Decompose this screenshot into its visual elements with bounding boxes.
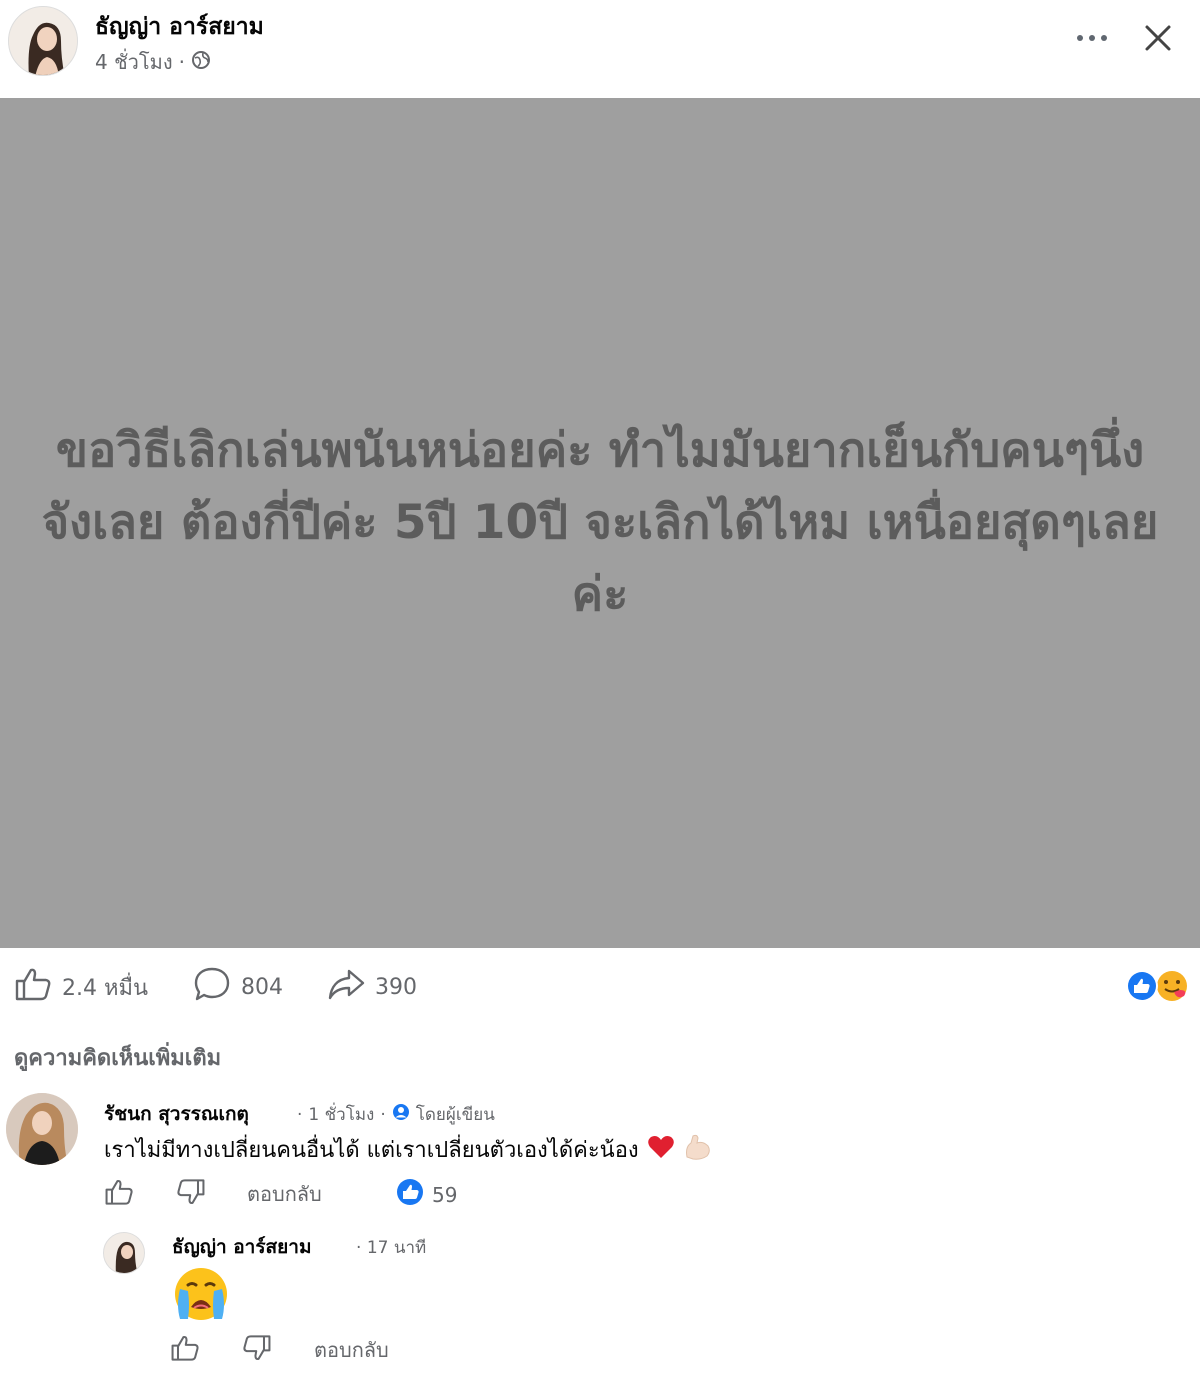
- close-icon[interactable]: [1138, 18, 1178, 58]
- post-text-background[interactable]: ขอวิธีเลิกเล่นพนันหน่อยค่ะ ทำไมมันยากเย็…: [0, 98, 1200, 948]
- post-time[interactable]: 4 ชั่วโมง: [95, 46, 173, 78]
- author-badge-label: โดยผู้เขียน: [415, 1105, 495, 1125]
- comment-like-button[interactable]: [104, 1178, 134, 1206]
- commenter-avatar[interactable]: [6, 1093, 78, 1165]
- reply-author-avatar[interactable]: [103, 1232, 145, 1274]
- reply-author-name[interactable]: ธัญญ่า อาร์สยาม: [172, 1232, 311, 1262]
- meta-separator: ·: [380, 1104, 386, 1125]
- reply-time[interactable]: 17 นาที: [367, 1238, 426, 1258]
- comment-meta: · 1 ชั่วโมง · โดยผู้เขียน: [297, 1101, 495, 1128]
- globe-icon: [191, 50, 211, 75]
- comment-like-count: 59: [432, 1182, 458, 1207]
- meta-separator: ·: [297, 1104, 303, 1125]
- share-button[interactable]: 390: [327, 966, 417, 1008]
- author-avatar[interactable]: [8, 6, 78, 76]
- comment-body: เราไม่มีทางเปลี่ยนคนอื่นได้ แต่เราเปลี่ย…: [104, 1138, 639, 1163]
- share-icon: [327, 966, 365, 1008]
- like-count: 2.4 หมื่น: [62, 975, 149, 1001]
- care-reaction-icon: [1157, 971, 1187, 1001]
- post-text: ขอวิธีเลิกเล่นพนันหน่อยค่ะ ทำไมมันยากเย็…: [41, 423, 1159, 622]
- author-name[interactable]: ธัญญ่า อาร์สยาม: [95, 9, 264, 45]
- action-bar: 2.4 หมื่น 804 390: [0, 950, 1200, 1022]
- reactions-summary[interactable]: [1122, 968, 1194, 1004]
- like-icon: [14, 966, 52, 1008]
- comment-text: เราไม่มีทางเปลี่ยนคนอื่นได้ แต่เราเปลี่ย…: [104, 1132, 713, 1167]
- share-count: 390: [375, 974, 417, 1000]
- reply-meta: · 17 นาที: [356, 1234, 426, 1261]
- reply-dislike-button[interactable]: [242, 1334, 272, 1362]
- like-reaction-icon: [396, 1178, 424, 1211]
- author-badge-icon: [392, 1103, 410, 1126]
- post-header: ธัญญ่า อาร์สยาม 4 ชั่วโมง ·: [0, 0, 1200, 98]
- view-more-comments-link[interactable]: ดูความคิดเห็นเพิ่มเติม: [14, 1040, 221, 1075]
- comment-reaction-count[interactable]: 59: [396, 1178, 457, 1211]
- crying-face-icon: [170, 1265, 232, 1323]
- commenter-name[interactable]: รัชนก สุวรรณเกตุ: [104, 1099, 249, 1129]
- muscle-icon: [683, 1133, 713, 1167]
- comment-icon: [193, 966, 231, 1008]
- meta-separator: ·: [178, 50, 185, 74]
- comment-dislike-button[interactable]: [176, 1178, 206, 1206]
- heart-icon: [647, 1134, 675, 1166]
- more-icon[interactable]: [1070, 22, 1114, 54]
- like-reaction-icon: [1126, 970, 1158, 1002]
- like-button[interactable]: 2.4 หมื่น: [14, 966, 148, 1008]
- comment-button[interactable]: 804: [193, 966, 283, 1008]
- reply-like-button[interactable]: [170, 1334, 200, 1362]
- comment-count: 804: [241, 974, 283, 1000]
- post-meta: 4 ชั่วโมง ·: [95, 46, 211, 78]
- comment-reply-button[interactable]: ตอบกลับ: [247, 1178, 322, 1210]
- reply-reply-button[interactable]: ตอบกลับ: [314, 1334, 389, 1366]
- comment-time[interactable]: 1 ชั่วโมง: [308, 1101, 374, 1128]
- meta-separator: ·: [356, 1238, 362, 1258]
